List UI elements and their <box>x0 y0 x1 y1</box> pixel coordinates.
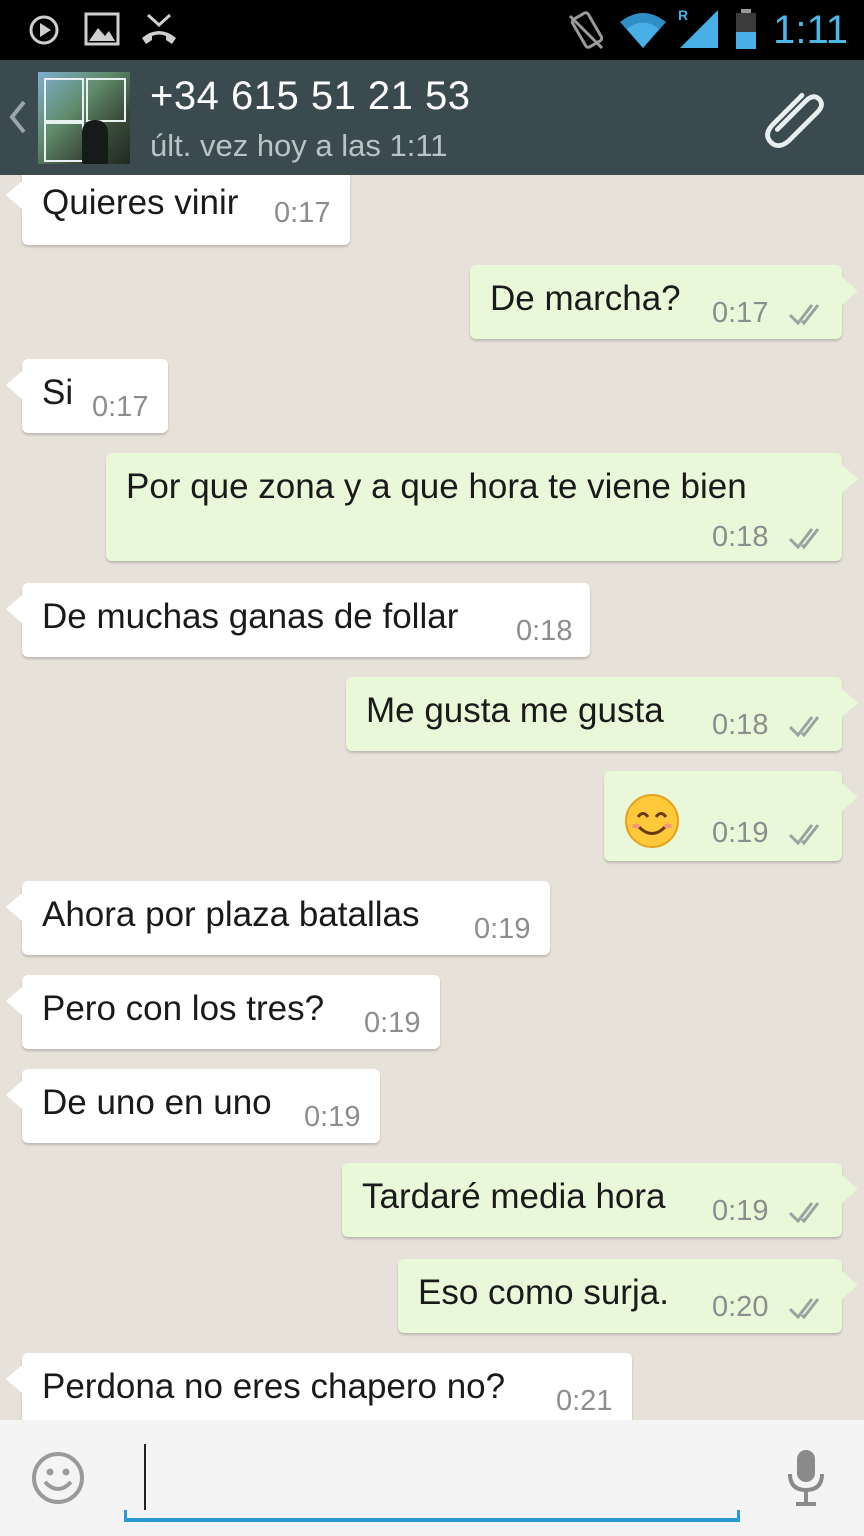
status-bar: R 1:11 <box>0 0 864 60</box>
microphone-icon[interactable] <box>784 1448 828 1508</box>
message-incoming[interactable]: Perdona no eres chapero no? 0:21 <box>6 1353 632 1420</box>
avatar[interactable] <box>38 72 130 164</box>
image-icon <box>84 12 120 46</box>
wifi-icon <box>620 13 666 48</box>
message-time: 0:17 <box>712 297 769 329</box>
message-time: 0:17 <box>274 197 331 229</box>
message-outgoing[interactable]: Tardaré media hora 0:19 <box>342 1163 858 1237</box>
double-check-icon <box>788 824 820 846</box>
text-cursor <box>144 1444 146 1510</box>
paperclip-icon[interactable] <box>764 86 830 152</box>
message-text: Quieres vinir <box>42 183 239 222</box>
message-time: 0:19 <box>304 1101 361 1133</box>
message-outgoing[interactable]: Por que zona y a que hora te viene bien … <box>106 453 858 561</box>
message-time: 0:19 <box>712 1195 769 1227</box>
message-text: Eso como surja. <box>418 1273 669 1312</box>
message-outgoing[interactable]: Me gusta me gusta 0:18 <box>346 677 858 751</box>
message-time: 0:20 <box>712 1291 769 1323</box>
double-check-icon <box>788 1298 820 1320</box>
message-outgoing[interactable]: 0:19 <box>604 771 858 861</box>
message-outgoing[interactable]: Eso como surja. 0:20 <box>398 1259 858 1333</box>
svg-text:R: R <box>678 7 688 23</box>
status-time: 1:11 <box>773 8 848 52</box>
signal-roaming-icon: R <box>678 7 718 48</box>
back-chevron-icon[interactable] <box>8 100 28 134</box>
message-time: 0:18 <box>712 521 769 553</box>
message-text: Tardaré media hora <box>362 1177 666 1216</box>
message-input[interactable] <box>124 1440 740 1522</box>
message-time: 0:19 <box>712 817 769 849</box>
message-time: 0:18 <box>516 615 573 647</box>
message-text: De uno en uno <box>42 1083 272 1122</box>
chat-header[interactable]: +34 615 51 21 53 últ. vez hoy a las 1:11 <box>0 60 864 175</box>
message-incoming[interactable]: Ahora por plaza batallas 0:19 <box>6 881 550 955</box>
smiling-face-emoji-icon <box>625 794 679 848</box>
vibrate-icon <box>568 11 604 50</box>
message-incoming[interactable]: De uno en uno 0:19 <box>6 1069 380 1143</box>
message-incoming[interactable]: Quieres vinir 0:17 <box>6 175 350 245</box>
message-text: Ahora por plaza batallas <box>42 895 420 934</box>
message-text: Si <box>42 373 74 412</box>
compose-bar <box>0 1420 864 1536</box>
message-text: Por que zona y a que hora te viene bien <box>126 467 747 506</box>
double-check-icon <box>788 1202 820 1224</box>
contact-name[interactable]: +34 615 51 21 53 <box>150 74 471 119</box>
double-check-icon <box>788 304 820 326</box>
message-time: 0:19 <box>364 1007 421 1039</box>
message-incoming[interactable]: Pero con los tres? 0:19 <box>6 975 440 1049</box>
play-circle-icon <box>29 15 59 45</box>
message-time: 0:17 <box>92 391 149 423</box>
smiley-icon[interactable] <box>30 1450 86 1506</box>
battery-icon <box>736 9 756 49</box>
message-text: De marcha? <box>490 279 681 318</box>
double-check-icon <box>788 528 820 550</box>
message-text: Pero con los tres? <box>42 989 325 1028</box>
message-text: Me gusta me gusta <box>366 691 664 730</box>
message-time: 0:18 <box>712 709 769 741</box>
double-check-icon <box>788 716 820 738</box>
message-incoming[interactable]: De muchas ganas de follar 0:18 <box>6 583 590 657</box>
message-time: 0:21 <box>556 1385 613 1417</box>
message-list[interactable]: Quieres vinir 0:17 De marcha? 0:17 Si 0:… <box>0 175 864 1420</box>
missed-call-icon <box>142 13 176 44</box>
last-seen-status: últ. vez hoy a las 1:11 <box>150 128 448 163</box>
message-text: Perdona no eres chapero no? <box>42 1367 506 1406</box>
message-text: De muchas ganas de follar <box>42 597 459 636</box>
message-incoming[interactable]: Si 0:17 <box>6 359 168 433</box>
message-outgoing[interactable]: De marcha? 0:17 <box>470 265 858 339</box>
message-time: 0:19 <box>474 913 531 945</box>
